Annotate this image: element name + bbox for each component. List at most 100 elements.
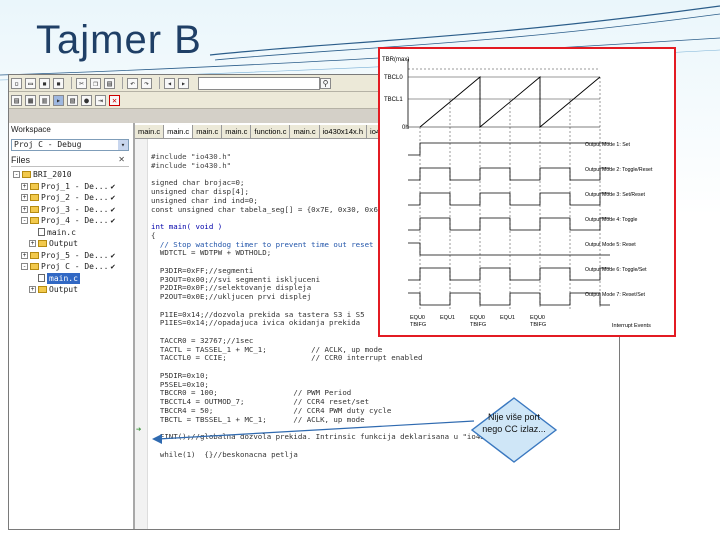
output-mode-label: Output Mode 4: Toggle: [585, 217, 638, 223]
tree-item[interactable]: main.c: [13, 227, 131, 239]
tbcl1-label: TBCL1: [384, 97, 403, 103]
paste-icon[interactable]: ▤: [104, 77, 115, 89]
output-mode-waveform: [408, 267, 610, 281]
tree-item[interactable]: + Proj_3 - De... ✔: [13, 204, 131, 216]
collapse-icon[interactable]: -: [21, 263, 28, 271]
callout-arrow: [152, 420, 475, 444]
tree-item[interactable]: + Proj_2 - De... ✔: [13, 192, 131, 204]
expand-icon[interactable]: +: [21, 182, 28, 190]
workspace-label: Workspace: [11, 125, 51, 134]
tree-item-label: Proj C - De...: [41, 262, 109, 271]
forward-icon[interactable]: ▸: [178, 77, 189, 89]
event-label: TBIFG: [470, 322, 486, 328]
expand-icon[interactable]: +: [29, 240, 36, 248]
file-icon: [38, 274, 45, 283]
folder-icon: [30, 205, 39, 213]
open-icon[interactable]: ▭: [25, 77, 36, 89]
step-icon[interactable]: ⇥: [95, 94, 106, 106]
tree-item-label: main.c: [47, 272, 80, 284]
tree-item-label: main.c: [47, 227, 76, 237]
y-top-label: TBR(max): [382, 57, 409, 63]
new-file-icon[interactable]: ▫: [11, 77, 22, 89]
check-icon: ✔: [110, 262, 116, 271]
rebuild-icon[interactable]: ▥: [39, 94, 50, 106]
toolbar-divider: [159, 77, 160, 89]
folder-icon: [38, 286, 47, 294]
collapse-icon[interactable]: -: [21, 217, 28, 225]
events-caption: Interrupt Events: [612, 323, 651, 329]
editor-tab[interactable]: main.c: [164, 125, 194, 138]
editor-tab[interactable]: main.c: [222, 125, 252, 138]
check-icon: ✔: [110, 250, 116, 260]
tree-item[interactable]: - Proj_4 - De... ✔: [13, 215, 131, 227]
editor-tab[interactable]: main.c: [135, 125, 165, 138]
file-tree: - BRI_2010 + Proj_1 - De... ✔ + Proj_2 - De...…: [13, 169, 131, 296]
output-mode-label: Output Mode 1: Set: [585, 142, 631, 148]
timing-diagram: TBR(max) TBCL0 TBCL1 0h Output Mode 1: S…: [378, 47, 676, 337]
output-mode-label: Output Mode 5: Reset: [585, 242, 636, 248]
file-icon: [38, 228, 45, 237]
expand-icon[interactable]: +: [21, 194, 28, 202]
redo-icon[interactable]: ↷: [141, 77, 152, 89]
editor-tab[interactable]: io430x14x.h: [320, 125, 368, 138]
output-mode-waveforms: [408, 142, 610, 306]
folder-icon: [30, 217, 39, 225]
output-mode-label: Output Mode 3: Set/Reset: [585, 192, 646, 198]
tree-item[interactable]: + Proj_5 - De... ✔: [13, 250, 131, 262]
output-mode-waveform: [408, 142, 610, 156]
folder-icon: [30, 251, 39, 259]
save-icon[interactable]: ▪: [39, 77, 50, 89]
close-icon[interactable]: ✕: [118, 155, 125, 164]
expand-icon[interactable]: +: [21, 251, 28, 259]
make-icon[interactable]: ▦: [25, 94, 36, 106]
folder-icon: [30, 263, 39, 271]
tree-item[interactable]: + Output: [13, 284, 131, 296]
find-combo[interactable]: [198, 76, 320, 90]
find-icon[interactable]: ⚲: [320, 77, 331, 89]
save-all-icon[interactable]: ▪: [53, 77, 64, 89]
config-select[interactable]: Proj C - Debug ▾: [11, 139, 129, 151]
stop-icon[interactable]: ✕: [109, 94, 120, 106]
tree-item-label: Proj_1 - De...: [41, 181, 109, 191]
zero-label: 0h: [402, 125, 409, 131]
event-labels: EQU0TBIFGEQU1 EQU0TBIFGEQU1 EQU0TBIFG: [410, 315, 546, 328]
editor-tab[interactable]: function.c: [251, 125, 291, 138]
tree-item[interactable]: main.c: [13, 272, 131, 284]
collapse-icon[interactable]: -: [13, 171, 20, 179]
editor-gutter: [135, 139, 148, 529]
tree-item-label: Output: [49, 285, 78, 294]
files-label: Files: [11, 155, 31, 165]
tree-item[interactable]: + Proj_1 - De... ✔: [13, 181, 131, 193]
output-mode-labels: Output Mode 1: Set Output Mode 2: Toggle/…: [585, 142, 653, 298]
tree-item-label: Output: [49, 239, 78, 248]
breakpoint-icon[interactable]: ●: [81, 94, 92, 106]
output-mode-waveform: [408, 292, 610, 306]
options-icon[interactable]: ▧: [67, 94, 78, 106]
code-line: P5DIR=0x10;: [151, 370, 209, 380]
chevron-down-icon[interactable]: ▾: [118, 140, 128, 150]
copy-icon[interactable]: ❐: [90, 77, 101, 89]
expand-icon[interactable]: +: [29, 286, 36, 294]
config-select-value: Proj C - Debug: [14, 140, 82, 149]
expand-icon[interactable]: +: [21, 205, 28, 213]
undo-icon[interactable]: ↶: [127, 77, 138, 89]
output-mode-waveform: [408, 217, 610, 231]
toolbar-divider: [71, 77, 72, 89]
event-label: TBIFG: [530, 322, 546, 328]
editor-tab[interactable]: main.c: [290, 125, 320, 138]
slide-title: Tajmer B: [36, 18, 202, 62]
tree-item[interactable]: - Proj C - De... ✔: [13, 261, 131, 273]
cut-icon[interactable]: ✂: [76, 77, 87, 89]
output-mode-waveform: [408, 242, 610, 256]
compile-icon[interactable]: ▤: [11, 94, 22, 106]
output-mode-waveform: [408, 192, 610, 206]
check-icon: ✔: [110, 216, 116, 225]
tree-item-label: Proj_4 - De...: [41, 216, 109, 225]
tree-item[interactable]: - BRI_2010: [13, 169, 131, 181]
debug-icon[interactable]: ▸: [53, 94, 64, 106]
editor-tab[interactable]: main.c: [193, 125, 223, 138]
back-icon[interactable]: ◂: [164, 77, 175, 89]
tree-item-label: BRI_2010: [33, 170, 72, 179]
tree-item[interactable]: + Output: [13, 238, 131, 250]
